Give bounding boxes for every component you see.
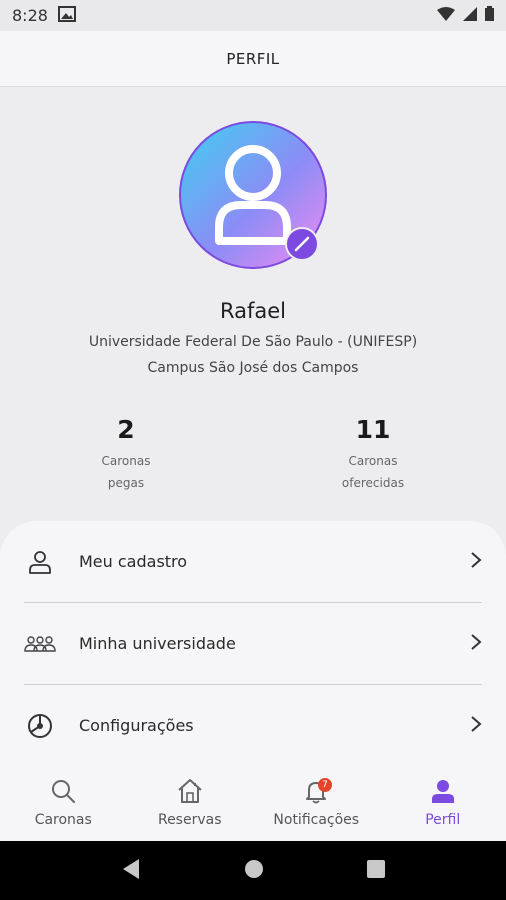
nav-caronas[interactable]: Caronas xyxy=(0,770,127,841)
app-bar: PERFIL xyxy=(0,31,506,87)
menu-item-label: Meu cadastro xyxy=(79,552,188,571)
group-icon xyxy=(24,628,56,660)
university-name: Universidade Federal De São Paulo - (UNI… xyxy=(88,334,418,350)
notification-count-badge: 7 xyxy=(318,778,332,792)
stat-label-line2: oferecidas xyxy=(341,476,405,490)
chevron-right-icon xyxy=(470,633,482,655)
campus-name: Campus São José dos Campos xyxy=(147,360,359,376)
nav-label: Perfil xyxy=(425,812,461,828)
stat-label: Caronas oferecidas xyxy=(303,450,443,494)
system-navigation-bar xyxy=(0,841,506,900)
nav-notificacoes[interactable]: 7 Notificações xyxy=(253,770,380,841)
page-title: PERFIL xyxy=(226,49,280,68)
stat-label: Caronas pegas xyxy=(56,450,196,494)
chevron-right-icon xyxy=(470,551,482,573)
home-button-icon[interactable] xyxy=(244,859,264,883)
edit-photo-button[interactable] xyxy=(285,227,319,261)
nav-reservas[interactable]: Reservas xyxy=(127,770,254,841)
nav-label: Reservas xyxy=(157,812,222,828)
gallery-notification-icon xyxy=(57,5,76,26)
nav-label: Notificações xyxy=(273,812,360,828)
person-icon xyxy=(430,778,456,808)
nav-perfil[interactable]: Perfil xyxy=(380,770,506,841)
stat-rides-offered: 11 Caronas oferecidas xyxy=(303,415,443,494)
stat-label-line2: pegas xyxy=(107,476,145,490)
battery-icon xyxy=(485,6,494,25)
stat-value: 2 xyxy=(117,415,135,444)
menu-item-my-registration[interactable]: Meu cadastro xyxy=(0,521,506,602)
user-name: Rafael xyxy=(219,299,286,323)
menu-item-my-university[interactable]: Minha universidade xyxy=(0,603,506,684)
wifi-icon xyxy=(437,6,455,25)
back-icon[interactable] xyxy=(121,858,141,884)
profile-menu: Meu cadastro Minha universidade Configur… xyxy=(0,521,506,770)
bottom-navigation: Caronas Reservas 7 Notificações Perfil xyxy=(0,770,506,841)
status-time: 8:28 xyxy=(12,6,48,25)
menu-item-label: Configurações xyxy=(79,716,194,735)
recent-apps-icon[interactable] xyxy=(366,859,385,882)
stat-value: 11 xyxy=(355,415,391,444)
menu-item-label: Minha universidade xyxy=(79,634,236,653)
stat-label-line1: Caronas xyxy=(348,454,398,468)
menu-item-settings[interactable]: Configurações xyxy=(0,685,506,766)
settings-icon xyxy=(24,710,56,742)
home-icon xyxy=(176,778,204,808)
stat-label-line1: Caronas xyxy=(101,454,151,468)
profile-section: Rafael Universidade Federal De São Paulo… xyxy=(0,87,506,527)
signal-icon xyxy=(463,6,477,25)
status-bar: 8:28 xyxy=(0,0,506,31)
pencil-icon xyxy=(294,236,310,252)
chevron-right-icon xyxy=(470,715,482,737)
stat-rides-taken: 2 Caronas pegas xyxy=(56,415,196,494)
person-outline-icon xyxy=(24,546,56,578)
nav-label: Caronas xyxy=(34,812,92,828)
search-icon xyxy=(50,778,76,808)
